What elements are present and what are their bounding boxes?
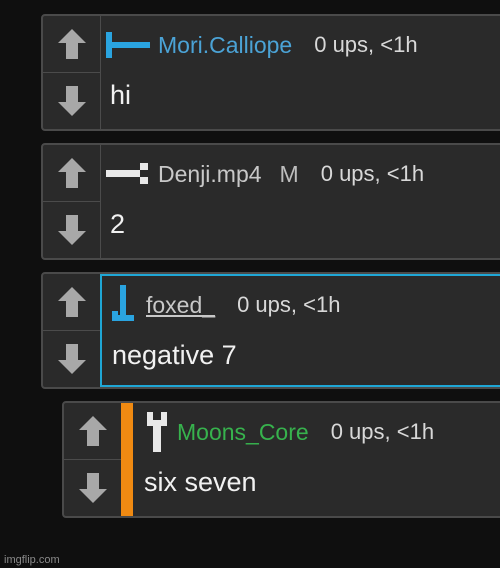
vote-column [43, 274, 101, 387]
comment-text: 2 [110, 209, 126, 239]
vote-column [43, 16, 101, 129]
downvote-button[interactable] [64, 460, 121, 516]
comment-body: Moons_Core 0 ups, <1h six seven [121, 403, 500, 516]
comment-header: Denji.mp4 M 0 ups, <1h [106, 159, 424, 189]
arrow-up-icon [57, 29, 86, 59]
comment-header: Mori.Calliope 0 ups, <1h [106, 30, 418, 60]
downvote-button[interactable] [43, 73, 100, 129]
comment: Denji.mp4 M 0 ups, <1h 2 [41, 143, 500, 260]
arrow-down-icon [57, 215, 86, 245]
rank-pillar-icon [147, 412, 167, 452]
comment-body: Mori.Calliope 0 ups, <1h hi [100, 16, 500, 129]
username-link[interactable]: foxed_ [146, 292, 215, 319]
arrow-down-icon [57, 86, 86, 116]
downvote-button[interactable] [43, 331, 100, 387]
rank-bracket-icon [106, 32, 150, 58]
arrow-up-icon [57, 287, 86, 317]
comment-body-highlighted: foxed_ 0 ups, <1h negative 7 [100, 274, 500, 387]
comment-text: negative 7 [112, 340, 237, 370]
comment-meta: 0 ups, <1h [330, 419, 435, 444]
comment-text: hi [110, 80, 132, 110]
comment-body: Denji.mp4 M 0 ups, <1h 2 [100, 145, 500, 258]
rank-flag-icon [112, 285, 134, 321]
arrow-down-icon [78, 473, 107, 503]
upvote-button[interactable] [43, 145, 100, 202]
downvote-button[interactable] [43, 202, 100, 258]
arrow-up-icon [78, 416, 107, 446]
comment-text: six seven [144, 467, 257, 497]
comment: Moons_Core 0 ups, <1h six seven [62, 401, 500, 518]
watermark: imgflip.com [4, 554, 60, 566]
upvote-button[interactable] [64, 403, 121, 460]
comment: foxed_ 0 ups, <1h negative 7 [41, 272, 500, 389]
vote-column [43, 145, 101, 258]
username-link[interactable]: Denji.mp4 [158, 161, 262, 188]
rank-color-bar [121, 403, 133, 516]
comment: Mori.Calliope 0 ups, <1h hi [41, 14, 500, 131]
comment-meta: 0 ups, <1h [320, 161, 425, 186]
comment-meta: 0 ups, <1h [237, 292, 341, 317]
vote-column [64, 403, 122, 516]
comment-header: foxed_ 0 ups, <1h [108, 285, 341, 321]
arrow-down-icon [57, 344, 86, 374]
mod-badge: M [279, 160, 299, 187]
comment-meta: 0 ups, <1h [314, 32, 418, 57]
rank-bar-icon [106, 163, 148, 184]
arrow-up-icon [57, 158, 86, 188]
username-link[interactable]: Mori.Calliope [158, 32, 292, 59]
username-link[interactable]: Moons_Core [177, 419, 309, 446]
comment-header: Moons_Core 0 ups, <1h [145, 412, 435, 452]
upvote-button[interactable] [43, 274, 100, 331]
upvote-button[interactable] [43, 16, 100, 73]
